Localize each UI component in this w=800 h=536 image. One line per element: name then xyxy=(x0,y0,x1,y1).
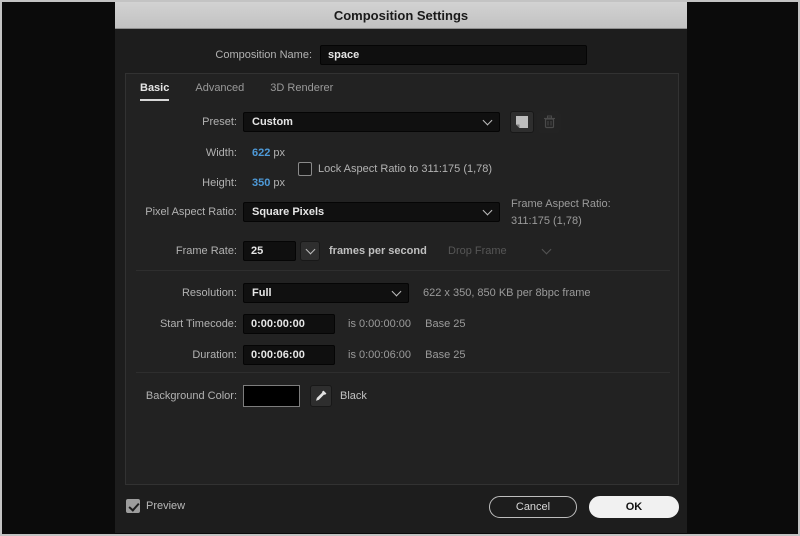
resolution-info: 622 x 350, 850 KB per 8bpc frame xyxy=(423,283,591,303)
height-value[interactable]: 350 xyxy=(252,177,270,189)
composition-name-value: space xyxy=(328,49,359,61)
section-divider xyxy=(136,270,670,271)
duration-value: 0:00:06:00 xyxy=(251,349,305,361)
dialog-titlebar[interactable]: Composition Settings xyxy=(115,2,687,29)
chevron-down-icon xyxy=(305,245,315,255)
screenshot-frame: Composition Settings Composition Name: s… xyxy=(0,0,800,536)
background-color-label: Background Color: xyxy=(126,385,237,407)
pixel-aspect-ratio-value: Square Pixels xyxy=(252,206,324,218)
duration-input[interactable]: 0:00:06:00 xyxy=(243,345,335,365)
duration-base: Base 25 xyxy=(425,349,465,361)
start-timecode-input[interactable]: 0:00:00:00 xyxy=(243,314,335,334)
ok-button[interactable]: OK xyxy=(589,496,679,518)
frames-per-second-label: frames per second xyxy=(329,241,427,261)
chevron-down-icon xyxy=(392,287,402,297)
preview-checkbox[interactable] xyxy=(126,499,140,513)
start-timecode-base: Base 25 xyxy=(425,318,465,330)
preset-value: Custom xyxy=(252,116,293,128)
frame-aspect-ratio-label: Frame Aspect Ratio: xyxy=(511,196,611,213)
lock-aspect-ratio-label: Lock Aspect Ratio to 311:175 (1,78) xyxy=(318,162,492,176)
lock-aspect-ratio-checkbox[interactable] xyxy=(298,162,312,176)
start-timecode-label: Start Timecode: xyxy=(126,314,237,334)
delete-preset-button xyxy=(537,111,561,133)
height-label: Height: xyxy=(126,176,237,190)
background-color-swatch[interactable] xyxy=(243,385,300,407)
frame-rate-dropdown-button[interactable] xyxy=(300,241,320,261)
frame-rate-value: 25 xyxy=(251,245,263,257)
dialog-title: Composition Settings xyxy=(334,8,468,23)
start-timecode-value: 0:00:00:00 xyxy=(251,318,305,330)
section-divider xyxy=(136,372,670,373)
frame-rate-input[interactable]: 25 xyxy=(243,241,296,261)
composition-settings-dialog: Composition Settings Composition Name: s… xyxy=(115,2,687,533)
save-preset-button[interactable] xyxy=(510,111,534,133)
trash-icon xyxy=(543,115,556,129)
pixel-aspect-ratio-dropdown[interactable]: Square Pixels xyxy=(243,202,500,222)
resolution-dropdown[interactable]: Full xyxy=(243,283,409,303)
resolution-value: Full xyxy=(252,287,272,299)
tab-3d-renderer[interactable]: 3D Renderer xyxy=(270,82,333,101)
eyedropper-button[interactable] xyxy=(310,385,332,407)
composition-name-label: Composition Name: xyxy=(115,45,312,65)
frame-rate-label: Frame Rate: xyxy=(126,241,237,261)
tab-bar: Basic Advanced 3D Renderer xyxy=(140,82,333,101)
new-preset-icon xyxy=(515,115,529,129)
width-value[interactable]: 622 xyxy=(252,147,270,159)
drop-frame-value: Drop Frame xyxy=(448,245,507,257)
cancel-button[interactable]: Cancel xyxy=(489,496,577,518)
chevron-down-icon xyxy=(483,116,493,126)
composition-name-input[interactable]: space xyxy=(320,45,587,65)
width-label: Width: xyxy=(126,146,237,160)
eyedropper-icon xyxy=(314,389,328,403)
tab-basic[interactable]: Basic xyxy=(140,82,169,101)
background-color-name: Black xyxy=(340,385,367,407)
height-unit: px xyxy=(273,177,285,189)
duration-converted: is 0:00:06:00 xyxy=(348,349,411,361)
width-unit: px xyxy=(273,147,285,159)
chevron-down-icon xyxy=(542,245,552,255)
preset-label: Preset: xyxy=(126,112,237,132)
preview-label: Preview xyxy=(146,499,185,513)
frame-aspect-ratio-value: 311:175 (1,78) xyxy=(511,213,582,230)
pixel-aspect-ratio-label: Pixel Aspect Ratio: xyxy=(126,202,237,222)
resolution-label: Resolution: xyxy=(126,283,237,303)
drop-frame-dropdown: Drop Frame xyxy=(442,241,556,261)
start-timecode-converted: is 0:00:00:00 xyxy=(348,318,411,330)
preset-dropdown[interactable]: Custom xyxy=(243,112,500,132)
duration-label: Duration: xyxy=(126,345,237,365)
tab-advanced[interactable]: Advanced xyxy=(195,82,244,101)
settings-panel: Basic Advanced 3D Renderer Preset: Custo… xyxy=(125,73,679,485)
chevron-down-icon xyxy=(483,206,493,216)
